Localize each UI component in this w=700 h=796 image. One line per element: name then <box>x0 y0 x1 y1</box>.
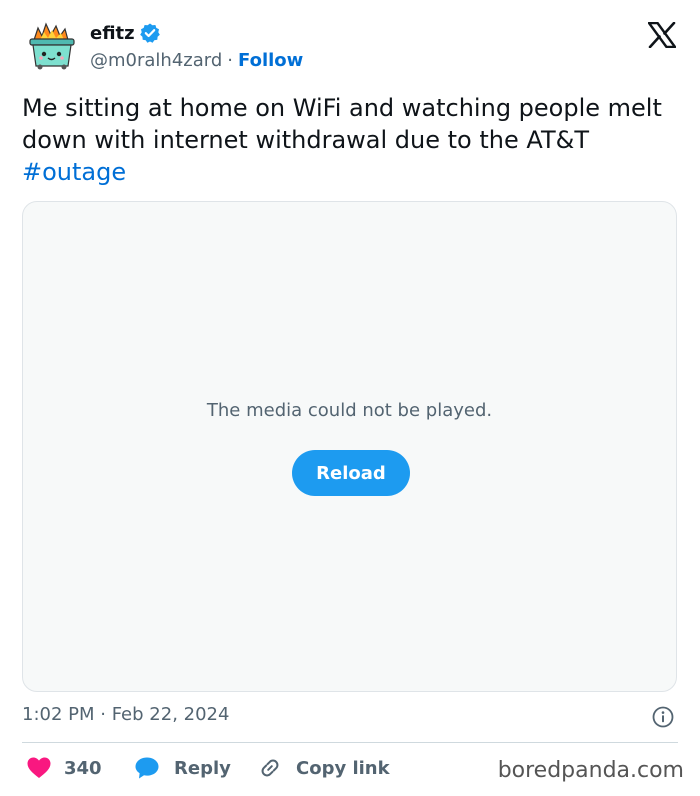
hashtag-link[interactable]: #outage <box>22 158 126 186</box>
verified-badge-icon <box>139 22 161 44</box>
reply-button[interactable]: Reply <box>134 752 231 784</box>
media-error-message: The media could not be played. <box>206 400 493 421</box>
author-handle[interactable]: @m0ralh4zard <box>90 50 222 71</box>
x-logo-icon[interactable] <box>647 21 677 49</box>
author-display-name[interactable]: efitz <box>90 23 135 44</box>
heart-icon <box>27 757 51 778</box>
tweet-body: Me sitting at home on WiFi and watching … <box>22 94 662 154</box>
info-icon[interactable] <box>652 706 674 728</box>
tweet-card: efitz @m0ralh4zard · Follow Me sitting a… <box>0 0 700 796</box>
reply-bubble-icon <box>135 757 159 779</box>
divider <box>22 742 678 743</box>
like-count: 340 <box>64 757 102 779</box>
reply-label: Reply <box>174 757 231 779</box>
avatar[interactable] <box>26 20 78 72</box>
author-handle-row: @m0ralh4zard · Follow <box>90 48 303 72</box>
copy-link-button[interactable]: Copy link <box>258 752 390 784</box>
timestamp[interactable]: 1:02 PM · Feb 22, 2024 <box>22 704 229 725</box>
copy-link-label: Copy link <box>296 757 390 779</box>
tweet-text: Me sitting at home on WiFi and watching … <box>22 92 662 188</box>
separator-dot: · <box>227 49 234 71</box>
media-container: The media could not be played. Reload <box>22 201 677 692</box>
author-name-row: efitz <box>90 20 161 46</box>
watermark: boredpanda.com <box>497 758 684 783</box>
link-icon <box>261 759 279 777</box>
flaming-dumpster-icon <box>29 22 75 70</box>
reload-button[interactable]: Reload <box>292 450 410 496</box>
like-button[interactable]: 340 <box>26 752 102 784</box>
follow-button[interactable]: Follow <box>238 50 303 71</box>
